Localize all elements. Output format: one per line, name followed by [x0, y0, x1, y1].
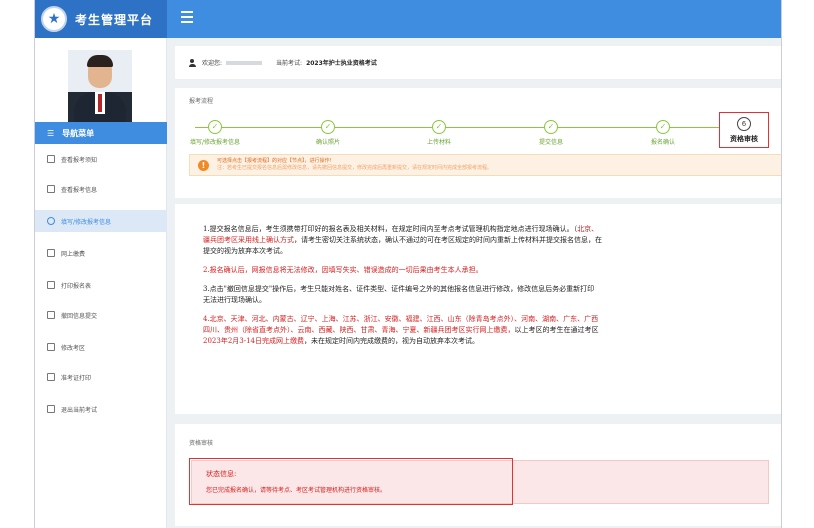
sidebar-item-edit-info[interactable]: 填写/修改报考信息: [35, 210, 167, 232]
check-icon: ✓: [321, 120, 335, 134]
main-content: 欢迎您: 当前考试: 2023年护士执业资格考试 报考流程 ✓ 填写/修改报考信息…: [167, 38, 781, 528]
sidebar: ☰ 导航菜单 查看报考须知 查看报考信息 填写/修改报考信息 网上缴费 打印报名…: [35, 38, 167, 528]
file-icon: [47, 185, 55, 193]
instruction-2: 2.报名确认后，网报信息将无法修改，因填写失实、错误造成的一切后果由考生本人承担…: [203, 266, 483, 274]
sidebar-item-exam-info[interactable]: 查看报考信息: [35, 178, 167, 200]
process-panel: 报考流程 ✓ 填写/修改报考信息 ✓ 确认照片 ✓ 上传材料 ✓ 提交信息 ✓ 报名确认 …: [175, 88, 781, 198]
instruction-3: 3.点击"撤回信息提交"操作后，考生只能对姓名、证件类型、证件编号之外的其他报名…: [203, 285, 595, 304]
instruction-1: 1.提交报名信息后，考生须携带打印好的报名表及相关材料，在规定时间内至考点考试管…: [203, 225, 602, 255]
sidebar-item-admission-ticket[interactable]: 准考证打印: [35, 366, 167, 388]
brand: ★ 考生管理平台: [35, 0, 167, 38]
step-number: 6: [737, 117, 751, 131]
hamburger-icon[interactable]: [181, 11, 193, 25]
step-confirm-photo[interactable]: ✓ 确认照片: [288, 120, 368, 146]
process-title: 报考流程: [189, 98, 214, 105]
username-redacted: [226, 60, 263, 65]
warning-icon: !: [198, 159, 209, 171]
step-submit[interactable]: ✓ 提交信息: [511, 120, 591, 146]
step-fill-info[interactable]: ✓ 填写/修改报考信息: [175, 120, 255, 146]
sidebar-item-withdraw[interactable]: 撤回信息提交: [35, 304, 167, 326]
exit-icon: [47, 405, 55, 413]
step-upload[interactable]: ✓ 上传材料: [399, 120, 479, 146]
ticket-icon: [47, 373, 55, 381]
app-frame: ★ 考生管理平台 ☰ 导航菜单 查看报考须知 查看报考信息 填写/修改报考信息 …: [34, 0, 782, 528]
avatar: [68, 50, 132, 126]
list-icon: ☰: [47, 128, 55, 138]
user-icon: [189, 58, 196, 67]
check-icon: ✓: [656, 120, 670, 134]
sidebar-item-exam-notice[interactable]: 查看报考须知: [35, 148, 167, 170]
process-notice: ! 可选择点击【报考流程】的对应【节点】，进行操作! 注：若考生已提交报名信息后…: [189, 154, 781, 176]
greeting-label: 欢迎您:: [202, 60, 223, 67]
nav-header: ☰ 导航菜单: [35, 122, 167, 144]
map-icon: [47, 343, 55, 351]
current-exam: 2023年护士执业资格考试: [306, 60, 377, 67]
sidebar-item-print-form[interactable]: 打印报名表: [35, 274, 167, 296]
sidebar-item-online-payment[interactable]: 网上缴费: [35, 242, 167, 264]
step-confirm[interactable]: ✓ 报名确认: [623, 120, 703, 146]
sidebar-item-change-region[interactable]: 修改考区: [35, 336, 167, 358]
sidebar-item-exit-exam[interactable]: 退出当前考试: [35, 398, 167, 420]
check-icon: ✓: [432, 120, 446, 134]
review-title: 资格审核: [189, 440, 214, 447]
notice-line-2: 注：若考生已提交报名信息后需修改信息，请先撤回信息提交，修改完成后再重新提交，请…: [217, 165, 493, 171]
nav-header-label: 导航菜单: [62, 128, 95, 138]
notice-line-1: 可选择点击【报考流程】的对应【节点】，进行操作!: [217, 158, 332, 164]
check-icon: ✓: [544, 120, 558, 134]
app-title: 考生管理平台: [75, 12, 154, 27]
circle-icon: [47, 217, 55, 225]
step-qualification-review[interactable]: 6 资格审核: [719, 112, 769, 148]
print-icon: [47, 281, 55, 289]
check-icon: ✓: [208, 120, 222, 134]
current-exam-label: 当前考试:: [276, 60, 303, 67]
instruction-4: 4.北京、天津、河北、内蒙古、辽宁、上海、江苏、浙江、安徽、福建、江西、山东（除…: [203, 315, 599, 345]
undo-icon: [47, 311, 55, 319]
welcome-bar: 欢迎您: 当前考试: 2023年护士执业资格考试: [175, 46, 781, 80]
instructions-panel: 1.提交报名信息后，考生须携带打印好的报名表及相关材料，在规定时间内至考点考试管…: [175, 204, 781, 414]
status-highlight-box: [189, 458, 513, 505]
emblem-icon: ★: [41, 6, 67, 32]
top-bar: ★ 考生管理平台: [35, 0, 781, 38]
review-panel: 资格审核 状态信息: 您已完成报名确认，请等待考点、考区考试管理机构进行资格审核…: [175, 424, 781, 526]
payment-icon: [47, 249, 55, 257]
document-icon: [47, 155, 55, 163]
